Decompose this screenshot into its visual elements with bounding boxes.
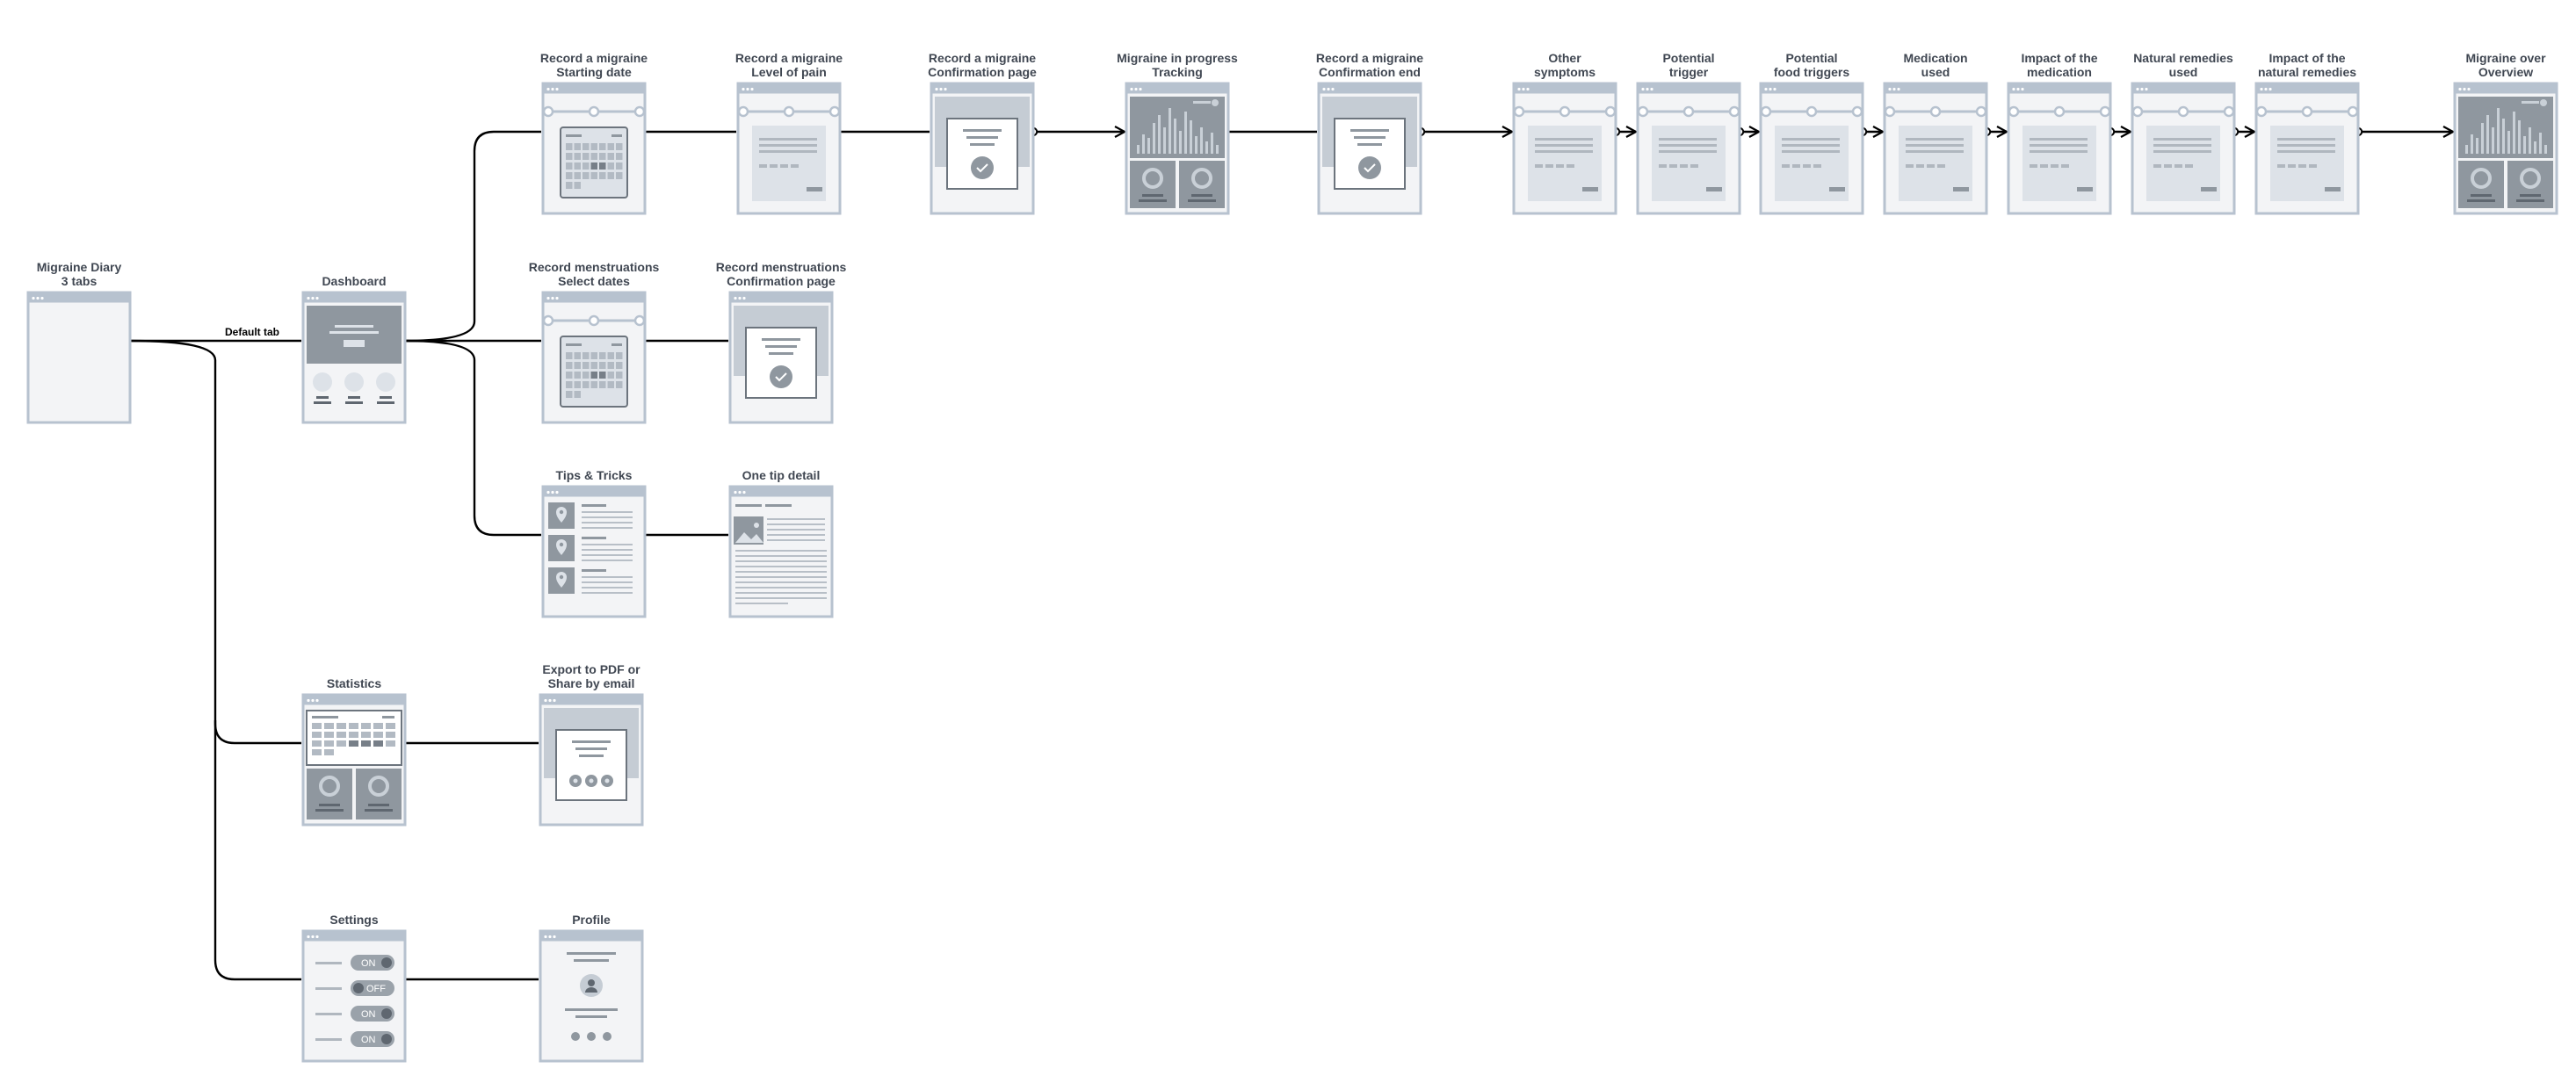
screen-title: Natural remedies: [2133, 51, 2233, 65]
screen-title: Tracking: [1152, 65, 1203, 79]
screen-title: Record a migraine: [929, 51, 1036, 65]
flow-connector: [404, 130, 541, 343]
screen-export[interactable]: Export to PDF orShare by email: [539, 662, 644, 827]
screen-title: Impact of the: [2268, 51, 2345, 65]
flow-edges: [129, 130, 2453, 981]
screen-title: Select dates: [558, 274, 630, 288]
screen-m-end[interactable]: Record a migraineConfirmation end: [1316, 51, 1423, 215]
screen-title: Confirmation page: [928, 65, 1037, 79]
screen-title: Export to PDF or: [542, 662, 640, 676]
screen-impact-med[interactable]: Impact of themedication: [2007, 51, 2112, 215]
toggle-label: OFF: [366, 984, 386, 994]
screen-title: Migraine Diary: [37, 260, 122, 274]
screen-diary[interactable]: Migraine Diary3 tabs: [26, 260, 132, 424]
screen-profile[interactable]: Profile: [539, 913, 644, 1063]
toggle-label: ON: [361, 1035, 376, 1045]
screen-mens-confirm[interactable]: Record menstruationsConfirmation page: [716, 260, 847, 424]
screen-title: used: [2169, 65, 2198, 79]
screen-title: Migraine in progress: [1117, 51, 1238, 65]
screen-m-start[interactable]: Record a migraineStarting date: [540, 51, 648, 215]
screen-potential-trigger[interactable]: Potentialtrigger: [1636, 51, 1741, 215]
screen-title: Statistics: [327, 676, 381, 690]
flow-diagram: Default tab Migraine Diary3 tabs Dashboar…: [26, 51, 2558, 1063]
edge-label-default-tab: Default tab: [225, 326, 279, 338]
screen-title: Potential: [1785, 51, 1837, 65]
screen-title: trigger: [1669, 65, 1709, 79]
screen-title: Record menstruations: [529, 260, 660, 274]
screen-title: Starting date: [556, 65, 632, 79]
screen-impact-natural[interactable]: Impact of thenatural remedies: [2254, 51, 2360, 215]
toggle-label: ON: [361, 1009, 376, 1020]
screen-title: Record a migraine: [1316, 51, 1423, 65]
screen-title: medication: [2027, 65, 2092, 79]
screen-statistics[interactable]: Statistics: [301, 676, 407, 827]
screen-m-progress[interactable]: Migraine in progressTracking: [1117, 51, 1238, 215]
screen-title: Tips & Tricks: [556, 468, 633, 482]
screen-title: Share by email: [548, 676, 635, 690]
screen-settings[interactable]: ON OFF ON ON Settings: [301, 913, 407, 1063]
flow-connector: [404, 339, 541, 537]
toggle-switch[interactable]: ON: [351, 955, 394, 971]
toggle-switch[interactable]: OFF: [351, 980, 394, 996]
screen-title: One tip detail: [742, 468, 821, 482]
screen-food-triggers[interactable]: Potentialfood triggers: [1759, 51, 1864, 215]
screen-m-confirm[interactable]: Record a migraineConfirmation page: [928, 51, 1037, 215]
screen-medication[interactable]: Medicationused: [1883, 51, 1988, 215]
toggle-switch[interactable]: ON: [351, 1006, 394, 1022]
screen-title: Other: [1548, 51, 1581, 65]
toggle-switch[interactable]: ON: [351, 1031, 394, 1047]
screen-title: Migraine over: [2465, 51, 2546, 65]
screen-title: used: [1921, 65, 1950, 79]
screen-natural[interactable]: Natural remediesused: [2131, 51, 2236, 215]
screen-tip-detail[interactable]: One tip detail: [728, 468, 834, 618]
screen-overview[interactable]: Migraine overOverview: [2453, 51, 2558, 215]
screen-m-pain[interactable]: Record a migraineLevel of pain: [735, 51, 843, 215]
screen-title: Medication: [1903, 51, 1967, 65]
screen-title: Impact of the: [2021, 51, 2097, 65]
screen-other-symptoms[interactable]: Othersymptoms: [1512, 51, 1617, 215]
check-icon: [1358, 156, 1381, 179]
screen-tips[interactable]: Tips & Tricks: [541, 468, 647, 618]
screen-title: Settings: [329, 913, 378, 927]
screen-title: food triggers: [1774, 65, 1850, 79]
screen-title: Record a migraine: [735, 51, 843, 65]
toggle-label: ON: [361, 958, 376, 969]
screen-title: Profile: [572, 913, 611, 927]
flow-connector: [213, 720, 301, 981]
screen-mens-select[interactable]: Record menstruationsSelect dates: [529, 260, 660, 424]
screen-title: Record a migraine: [540, 51, 648, 65]
screen-title: Confirmation end: [1319, 65, 1421, 79]
check-icon: [770, 365, 792, 388]
screen-title: Overview: [2478, 65, 2533, 79]
screen-title: Level of pain: [751, 65, 827, 79]
screen-title: Record menstruations: [716, 260, 847, 274]
screen-title: natural remedies: [2258, 65, 2356, 79]
screen-dashboard[interactable]: Dashboard: [301, 274, 407, 424]
screen-title: Dashboard: [322, 274, 386, 288]
check-icon: [971, 156, 994, 179]
screen-title: Potential: [1662, 51, 1714, 65]
screen-title: 3 tabs: [62, 274, 98, 288]
screen-title: Confirmation page: [727, 274, 836, 288]
screens-layer: Migraine Diary3 tabs Dashboard Record a mi…: [26, 51, 2558, 1063]
flow-connector: [129, 339, 301, 745]
screen-title: symptoms: [1534, 65, 1596, 79]
